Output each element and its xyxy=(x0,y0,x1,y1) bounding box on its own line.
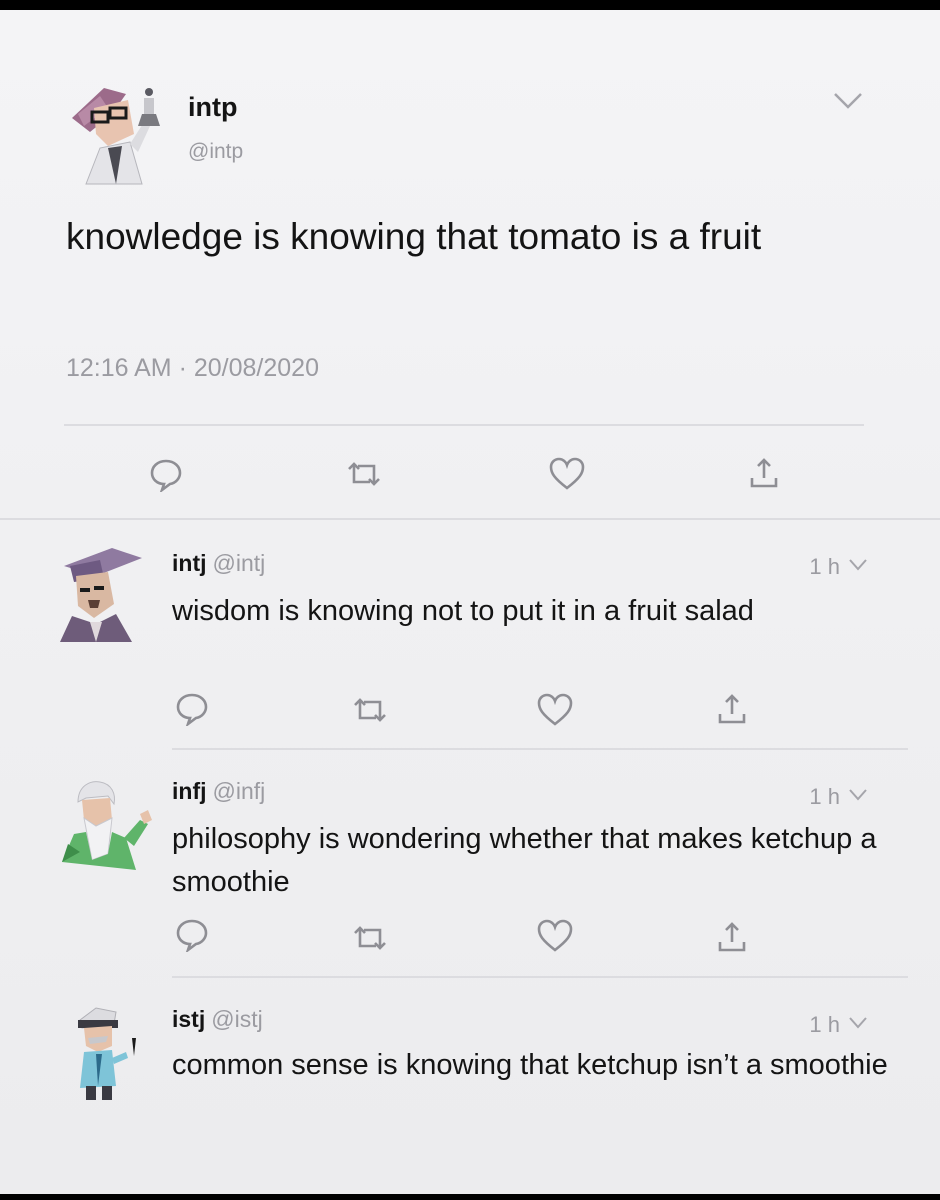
reply-header: intj @intj xyxy=(172,550,265,577)
reply-icon[interactable] xyxy=(148,456,184,494)
reply-name[interactable]: infj xyxy=(172,778,207,804)
retweet-icon[interactable] xyxy=(346,456,382,492)
scientist-avatar-icon[interactable] xyxy=(64,74,174,190)
reply-handle[interactable]: @intj xyxy=(213,550,266,576)
reply-header: infj @infj xyxy=(172,778,265,805)
reply-handle[interactable]: @istj xyxy=(211,1006,262,1032)
like-icon[interactable] xyxy=(536,918,573,954)
reply-time: 1 h xyxy=(809,784,840,809)
tweet-thread-screen: intp @intp knowledge is knowing that tom… xyxy=(0,10,940,1194)
share-icon[interactable] xyxy=(746,456,782,492)
main-tweet-handle[interactable]: @intp xyxy=(188,140,243,164)
main-tweet-name[interactable]: intp xyxy=(188,92,237,123)
reply-icon[interactable] xyxy=(174,690,210,728)
chevron-down-icon[interactable] xyxy=(848,558,868,572)
reply-name[interactable]: intj xyxy=(172,550,207,576)
reply-text: common sense is knowing that ketchup isn… xyxy=(172,1049,888,1081)
inspector-avatar-icon[interactable] xyxy=(56,1002,156,1102)
sage-avatar-icon[interactable] xyxy=(56,774,156,874)
divider xyxy=(172,976,908,978)
professor-avatar-icon[interactable] xyxy=(56,544,156,644)
chevron-down-icon[interactable] xyxy=(848,788,868,802)
chevron-down-icon[interactable] xyxy=(848,1016,868,1030)
reply-header: istj @istj xyxy=(172,1006,263,1033)
like-icon[interactable] xyxy=(548,456,585,492)
retweet-icon[interactable] xyxy=(352,920,388,956)
reply-text: wisdom is knowing not to put it in a fru… xyxy=(172,595,754,627)
reply-text: philosophy is wondering whether that mak… xyxy=(172,823,877,898)
main-tweet-timestamp: 12:16 AM · 20/08/2020 xyxy=(66,354,319,382)
share-icon[interactable] xyxy=(714,920,750,956)
reply-name[interactable]: istj xyxy=(172,1006,205,1032)
share-icon[interactable] xyxy=(714,692,750,728)
main-tweet-text: knowledge is knowing that tomato is a fr… xyxy=(66,216,762,257)
reply-icon[interactable] xyxy=(174,916,210,954)
reply-time: 1 h xyxy=(809,1012,840,1037)
reply-handle[interactable]: @infj xyxy=(213,778,266,804)
chevron-down-icon[interactable] xyxy=(832,90,864,112)
like-icon[interactable] xyxy=(536,692,573,728)
divider xyxy=(64,424,864,426)
reply-time: 1 h xyxy=(809,554,840,579)
divider xyxy=(172,748,908,750)
retweet-icon[interactable] xyxy=(352,692,388,728)
divider xyxy=(0,518,940,520)
